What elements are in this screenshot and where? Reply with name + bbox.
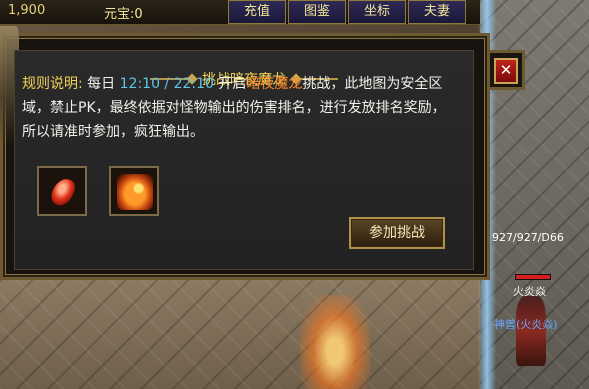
ground-tiles <box>0 280 480 389</box>
rules-part1: 每日 <box>82 76 120 92</box>
coordinates-button[interactable]: 坐标 <box>348 0 406 24</box>
red-gem-icon <box>48 175 78 209</box>
reward-slot-2[interactable] <box>109 166 159 216</box>
fire-portal <box>300 295 370 389</box>
rules-boss-name: 暗夜魔龙 <box>246 76 303 92</box>
rules-text: 规则说明: 每日 12:10 / 22:10 开启暗夜魔龙挑战，此地图为安全区域… <box>22 72 447 144</box>
reward-slot-1[interactable] <box>37 166 87 216</box>
rules-time: 12:10 / 22:10 <box>119 76 214 92</box>
join-challenge-button[interactable]: 参加挑战 <box>349 217 445 249</box>
npc-hp-text: 927/927/D66 <box>492 231 564 244</box>
close-button[interactable]: ✕ <box>494 58 518 84</box>
top-hud: 1,900 元宝:0 充值 图鉴 坐标 夫妻 <box>0 0 480 25</box>
fire-dragon-icon <box>117 174 153 210</box>
npc-hp-fill <box>516 275 550 279</box>
npc-hp-bar <box>515 274 551 280</box>
codex-button[interactable]: 图鉴 <box>288 0 346 24</box>
yuanbao-amount: 元宝:0 <box>104 7 143 22</box>
rules-label: 规则说明: <box>22 76 83 92</box>
rules-part2: 开启 <box>213 76 247 92</box>
gold-amount: 1,900 <box>8 3 46 18</box>
npc-title: 神兽(火炎焱) <box>494 318 558 331</box>
couple-button[interactable]: 夫妻 <box>408 0 466 24</box>
recharge-button[interactable]: 充值 <box>228 0 286 24</box>
npc-name: 火炎焱 <box>513 285 546 298</box>
